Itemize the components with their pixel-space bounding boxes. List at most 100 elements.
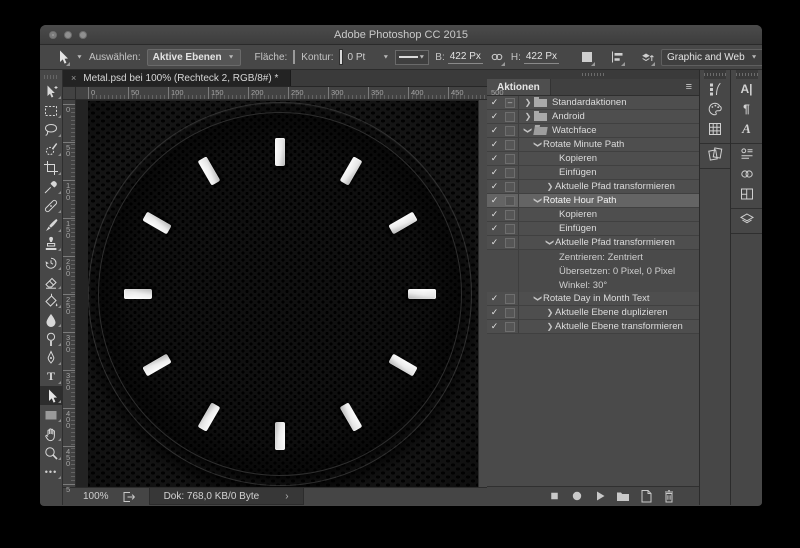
disclosure-triangle-icon[interactable]: ❯ [546,238,555,248]
stroke-color-swatch[interactable] [338,49,343,65]
title-bar[interactable]: Adobe Photoshop CC 2015 [40,25,762,45]
tool-type[interactable]: T [40,367,63,386]
include-checkmark[interactable]: ✓ [487,111,502,122]
dialog-toggle[interactable] [502,110,519,123]
tool-crop[interactable] [40,158,63,177]
include-checkmark[interactable]: ✓ [487,209,502,220]
tools-grip[interactable] [44,75,58,79]
new-action-button[interactable] [638,488,654,504]
include-checkmark[interactable]: ✓ [487,125,502,136]
horizontal-ruler[interactable]: 0 50 100 150 200 250 300 350 400 450 500 [76,87,504,99]
ruler-corner[interactable] [63,87,76,99]
disclosure-triangle-icon[interactable]: ❯ [534,294,543,304]
include-checkmark[interactable]: ✓ [487,195,502,206]
width-value[interactable]: 422 Px [447,51,483,64]
workspace-selector[interactable]: Graphic and Web ▼ [661,48,762,66]
stroke-style-dropdown[interactable]: ▼ [395,49,430,65]
tool-paint-bucket[interactable] [40,291,63,310]
canvas[interactable] [76,100,478,487]
dialog-toggle[interactable] [502,152,519,165]
tool-path-selection[interactable] [40,386,63,405]
link-dimensions-icon[interactable] [489,49,505,66]
panel-drag-strip[interactable] [735,70,758,79]
include-checkmark[interactable]: ✓ [487,139,502,150]
dialog-toggle[interactable] [502,180,519,193]
width-field[interactable]: B: 422 Px [435,51,483,64]
include-checkmark[interactable]: ✓ [487,321,502,332]
tool-quick-selection[interactable] [40,139,63,158]
swatches-panel-icon[interactable] [702,119,728,139]
action-row[interactable]: ✓ ❯ Android [487,110,699,124]
close-tab-icon[interactable]: × [71,73,76,83]
dialog-toggle[interactable] [502,124,519,137]
tool-zoom[interactable] [40,443,63,462]
disclosure-triangle-icon[interactable]: ❯ [545,308,555,317]
clone-source-panel-icon[interactable] [702,144,728,164]
record-button[interactable] [569,488,585,504]
glyphs-panel-icon[interactable]: A [734,119,760,139]
panel-drag-strip[interactable] [487,70,699,79]
action-detail-row[interactable]: Winkel: 30° [487,278,699,292]
brush-presets-panel-icon[interactable] [702,79,728,99]
document-size-indicator[interactable]: Dok: 768,0 KB/0 Byte › [148,487,304,505]
character-panel-icon[interactable]: A| [734,79,760,99]
color-panel-icon[interactable] [702,99,728,119]
action-row[interactable]: ✓ ❯ Rotate Hour Path [487,194,699,208]
action-row[interactable]: ✓ ❯ Aktuelle Ebene duplizieren [487,306,699,320]
height-field[interactable]: H: 422 Px [511,51,560,64]
share-icon[interactable] [121,489,137,505]
status-chevron-icon[interactable]: › [285,491,288,502]
play-button[interactable] [592,488,608,504]
tool-rectangular-marquee[interactable] [40,101,63,120]
dialog-toggle[interactable] [502,166,519,179]
action-row[interactable]: ✓ Einfügen [487,166,699,180]
tool-history-brush[interactable] [40,253,63,272]
document-tab[interactable]: × Metal.psd bei 100% (Rechteck 2, RGB/8#… [63,70,292,86]
include-checkmark[interactable]: ✓ [487,293,502,304]
dialog-toggle[interactable] [502,208,519,221]
dialog-toggle[interactable] [502,320,519,333]
disclosure-triangle-icon[interactable]: ❯ [524,126,533,136]
action-detail-row[interactable]: Übersetzen: 0 Pixel, 0 Pixel [487,264,699,278]
libraries-panel-icon[interactable] [734,144,760,164]
fill-color-swatch[interactable] [293,50,296,64]
include-checkmark[interactable]: ✓ [487,307,502,318]
tool-more-tools[interactable]: ••• [40,462,63,481]
tool-clone-stamp[interactable] [40,234,63,253]
tool-lasso[interactable] [40,120,63,139]
action-row[interactable]: ✓ ❯ Aktuelle Ebene transformieren [487,320,699,334]
disclosure-triangle-icon[interactable]: ❯ [545,182,555,191]
include-checkmark[interactable]: ✓ [487,167,502,178]
include-checkmark[interactable]: ✓ [487,181,502,192]
canvas-scrollbar[interactable] [478,100,487,487]
creative-cloud-panel-icon[interactable] [734,164,760,184]
tool-brush[interactable] [40,215,63,234]
stop-button[interactable] [546,488,562,504]
height-value[interactable]: 422 Px [523,51,560,64]
disclosure-triangle-icon[interactable]: ❯ [545,322,555,331]
action-row[interactable]: ✓ ❯ Aktuelle Pfad transformieren [487,180,699,194]
tool-spot-healing-brush[interactable] [40,196,63,215]
panel-menu-icon[interactable]: ≡ [679,79,699,95]
zoom-level-field[interactable]: 100% [83,491,109,502]
include-checkmark[interactable]: ✓ [487,237,502,248]
path-alignment-icon[interactable] [609,49,626,66]
path-arrangement-icon[interactable] [639,49,656,66]
tool-pen[interactable] [40,348,63,367]
dialog-toggle[interactable] [502,222,519,235]
panel-drag-strip[interactable] [704,70,726,79]
disclosure-triangle-icon[interactable]: ❯ [534,196,543,206]
tool-move[interactable] [40,82,63,101]
tool-blur[interactable] [40,310,63,329]
current-tool-icon[interactable] [54,49,70,66]
layer-comps-panel-icon[interactable] [734,184,760,204]
action-row[interactable]: ✓ Kopieren [487,208,699,222]
action-row[interactable]: ✓ ❯ Rotate Day in Month Text [487,292,699,306]
select-mode-dropdown[interactable]: Aktive Ebenen ▼ [146,48,241,66]
stroke-width-field[interactable]: 0 Pt ▼ [348,52,390,63]
disclosure-triangle-icon[interactable]: ❯ [523,112,533,121]
disclosure-triangle-icon[interactable]: ❯ [523,98,533,107]
disclosure-triangle-icon[interactable]: ❯ [534,140,543,150]
action-row[interactable]: ✓ ❯ Aktuelle Pfad transformieren [487,236,699,250]
dialog-toggle[interactable] [502,306,519,319]
